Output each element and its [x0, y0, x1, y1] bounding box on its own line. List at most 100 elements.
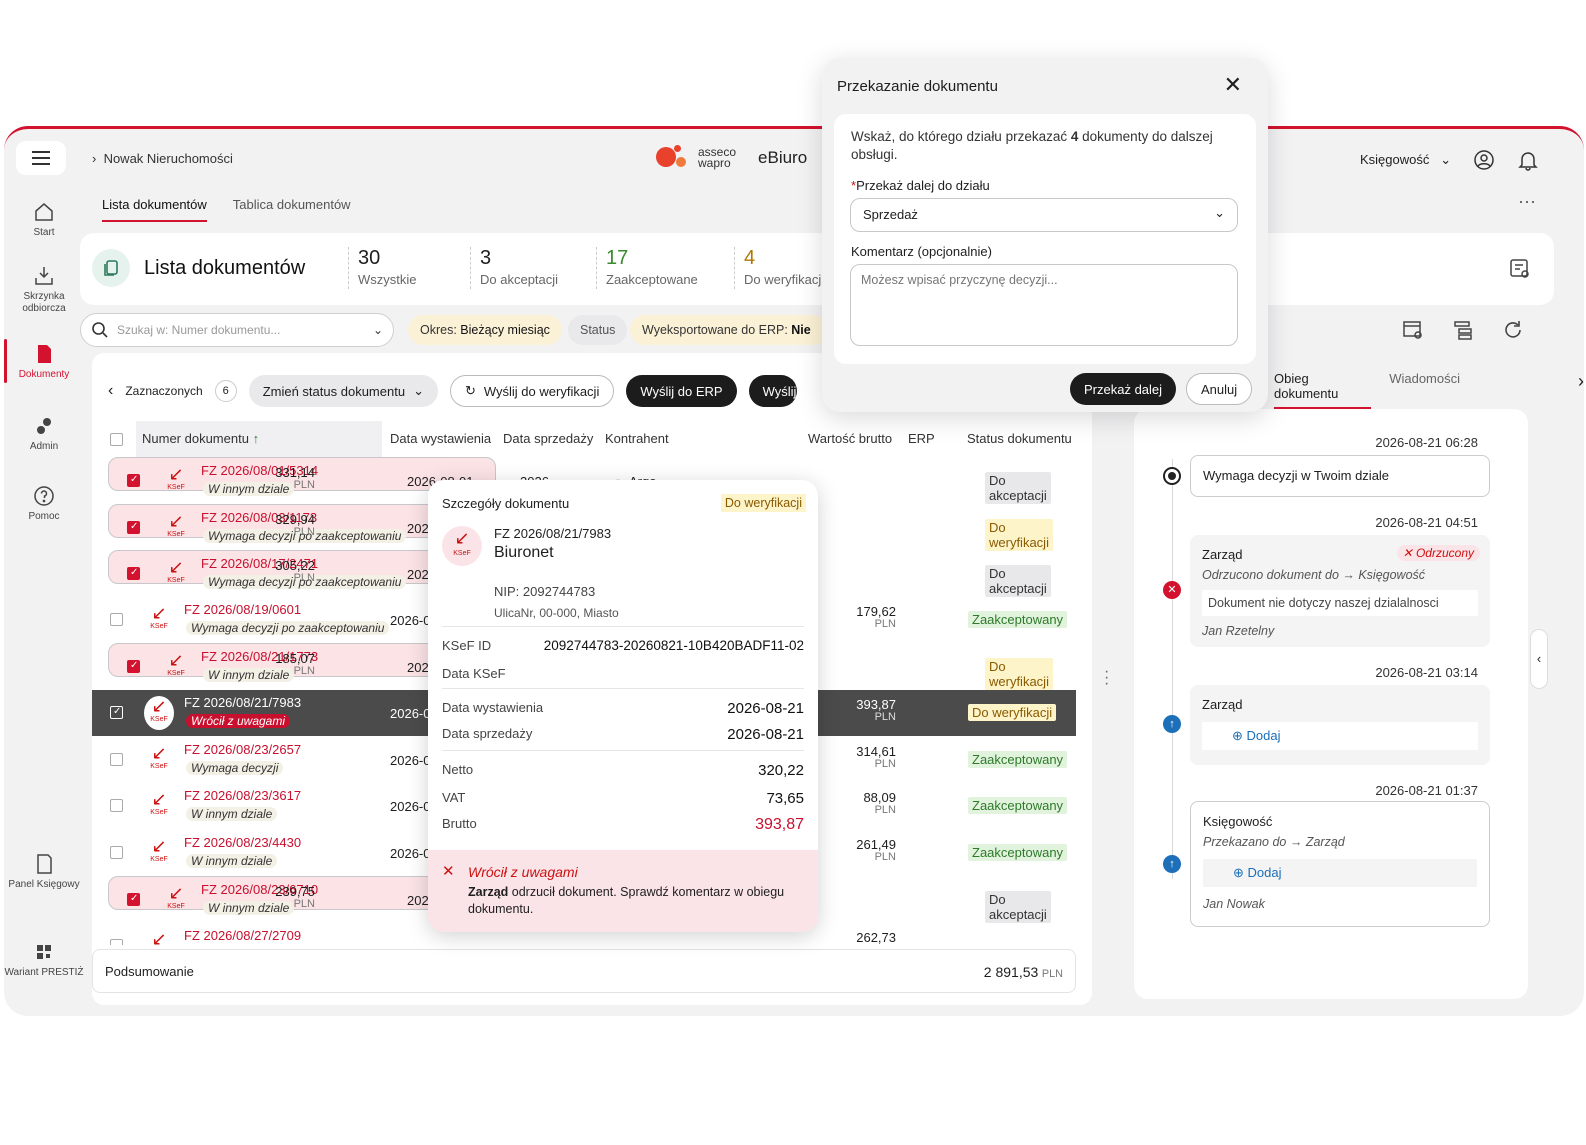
header-sale-date[interactable]: Data sprzedaży: [503, 431, 593, 446]
more-icon[interactable]: ···: [1518, 191, 1536, 212]
send-erp-button[interactable]: Wyślij do ERP: [626, 375, 737, 407]
dept-select[interactable]: Sprzedaż ⌄: [850, 198, 1238, 232]
stat-all[interactable]: 30 Wszystkie: [348, 247, 417, 289]
nav-inbox[interactable]: Skrzynka odbiorcza: [4, 265, 84, 315]
refresh-icon[interactable]: [1502, 319, 1524, 341]
header-number[interactable]: Numer dokumentu ↑: [136, 421, 382, 457]
row-checkbox[interactable]: [110, 939, 123, 945]
send-more-button[interactable]: Wyślij: [748, 375, 797, 407]
row-checkbox[interactable]: [127, 474, 140, 487]
ksef-date-row: Data KSeF: [442, 666, 506, 681]
bulk-toolbar: ‹ Zaznaczonych 6 Zmień status dokumentu ⌄…: [108, 375, 797, 407]
tab-document-list[interactable]: Lista dokumentów: [102, 197, 207, 222]
stat-to-accept[interactable]: 3 Do akceptacji: [469, 247, 558, 289]
document-number[interactable]: FZ 2026/08/23/2657: [184, 742, 301, 757]
filter-status[interactable]: Status: [568, 315, 628, 345]
stat-accepted[interactable]: 17 Zaakceptowane: [596, 247, 698, 289]
nav-help[interactable]: Pomoc: [4, 485, 84, 523]
comment-textarea[interactable]: [850, 264, 1238, 346]
row-note: W innym dziale: [186, 807, 278, 822]
breadcrumb[interactable]: › Nowak Nieruchomości: [92, 151, 233, 166]
gross-amount: 239,75 PLN: [275, 884, 315, 911]
header-contractor[interactable]: Kontrahent: [605, 431, 669, 446]
ksef-icon: ↙KSeF: [167, 883, 185, 911]
row-note: Wymaga decyzji po zaakceptowaniu: [186, 620, 390, 635]
issue-date: 2026-0: [390, 706, 431, 721]
tab-messages[interactable]: Wiadomości: [1389, 371, 1460, 409]
event-card-current[interactable]: Wymaga decyzji w Twoim dziale: [1190, 455, 1490, 497]
document-number[interactable]: FZ 2026/08/23/4430: [184, 835, 301, 850]
back-chevron-icon[interactable]: ‹: [108, 382, 113, 400]
user-icon[interactable]: [1473, 149, 1495, 171]
event-card-rejected: Zarząd ✕ Odrzucony Odrzucono dokument do…: [1190, 535, 1490, 647]
gross-amount: 331,14 PLN: [275, 465, 315, 491]
header-erp[interactable]: ERP: [908, 431, 935, 446]
menu-button[interactable]: [16, 141, 66, 175]
close-icon[interactable]: ✕: [1224, 72, 1242, 98]
forward-submit-button[interactable]: Przekaż dalej: [1070, 373, 1177, 405]
status-badge: Do weryfikacji: [985, 518, 1053, 551]
nav-documents[interactable]: Dokumenty: [4, 339, 84, 383]
document-number[interactable]: FZ 2026/08/19/0601: [184, 602, 301, 617]
hamburger-icon: [32, 157, 50, 159]
tree-view-icon[interactable]: [1452, 319, 1474, 341]
rejected-icon: ✕: [1163, 581, 1181, 599]
bell-icon[interactable]: [1517, 149, 1539, 171]
change-status-button[interactable]: Zmień status dokumentu ⌄: [248, 375, 438, 407]
header-status[interactable]: Status dokumentu: [967, 431, 1072, 446]
gross-amount: 314,61 PLN: [856, 743, 896, 770]
gross-amount: 88,09 PLN: [863, 790, 896, 817]
search-input[interactable]: Szukaj w: Numer dokumentu... ⌄: [80, 313, 394, 347]
row-checkbox[interactable]: [110, 706, 123, 719]
row-checkbox[interactable]: [110, 612, 123, 626]
tab-document-board[interactable]: Tablica dokumentów: [233, 197, 351, 222]
role-select[interactable]: Księgowość ⌄: [1360, 152, 1451, 168]
document-number[interactable]: FZ 2026/08/21/7983: [184, 695, 301, 710]
sale-date-row: Data sprzedaży 2026-08-21: [442, 726, 804, 743]
document-number[interactable]: FZ 2026/08/27/2709: [184, 928, 301, 943]
chevron-right-icon[interactable]: ›: [1578, 371, 1584, 409]
summary-label: Podsumowanie: [105, 964, 194, 979]
nav-admin[interactable]: Admin: [4, 415, 84, 453]
table-settings-icon[interactable]: [1402, 319, 1424, 341]
nav-variant[interactable]: Wariant PRESTIŻ: [4, 941, 84, 979]
status-badge: Do akceptacji: [985, 472, 1051, 504]
row-checkbox[interactable]: [127, 893, 140, 907]
stat-to-verify[interactable]: 4 Do weryfikacji: [733, 247, 824, 289]
send-verify-button[interactable]: ↻ Wyślij do weryfikacji: [449, 375, 615, 407]
event-card-ksiegowosc: Księgowość Przekazano do → Zarząd ⊕ Doda…: [1190, 801, 1490, 927]
cancel-button[interactable]: Anuluj: [1186, 373, 1253, 405]
breadcrumb-company: Nowak Nieruchomości: [103, 151, 233, 166]
row-checkbox[interactable]: [110, 845, 123, 859]
ksef-icon: ↙KSeF: [167, 464, 185, 491]
nav-panel-ksiegowy[interactable]: Panel Księgowy: [4, 853, 84, 891]
row-checkbox[interactable]: [127, 660, 140, 674]
document-number[interactable]: FZ 2026/08/23/3617: [184, 788, 301, 803]
list-view-actions: [1402, 319, 1524, 341]
issue-date: 2026-0: [390, 612, 431, 628]
tab-document-flow[interactable]: Obieg dokumentu: [1274, 371, 1372, 409]
row-checkbox[interactable]: [127, 520, 140, 534]
row-checkbox[interactable]: [110, 752, 123, 766]
row-checkbox[interactable]: [127, 567, 140, 581]
select-all-checkbox[interactable]: [110, 433, 123, 446]
document-settings-icon[interactable]: [1508, 257, 1532, 281]
row-checkbox[interactable]: [110, 799, 123, 813]
nav-start[interactable]: Start: [4, 201, 84, 239]
ksef-icon: ↙KSeF: [150, 742, 168, 770]
drag-handle-icon[interactable]: · · ·: [1104, 664, 1109, 692]
admin-gear-icon: [37, 418, 51, 434]
filter-period[interactable]: Okres: Bieżący miesiąc: [408, 315, 562, 345]
status-badge: Zaakceptowany: [968, 843, 1068, 861]
header-gross[interactable]: Wartość brutto: [808, 431, 892, 446]
add-comment-button[interactable]: ⊕ Dodaj: [1203, 859, 1477, 887]
popover-title: Szczegóły dokumentu: [442, 496, 570, 511]
filter-erp[interactable]: Wyeksportowane do ERP: Nie: [630, 315, 828, 345]
vat-row: VAT 73,65: [442, 790, 804, 807]
header-issue-date[interactable]: Data wystawienia: [390, 431, 491, 446]
selected-label: Zaznaczonych: [125, 384, 203, 398]
add-comment-button[interactable]: ⊕ Dodaj: [1202, 722, 1478, 750]
ksef-icon: ↙KSeF: [150, 789, 168, 817]
gross-amount: 393,87 PLN: [856, 697, 896, 723]
collapse-panel-handle[interactable]: ‹: [1530, 629, 1548, 689]
